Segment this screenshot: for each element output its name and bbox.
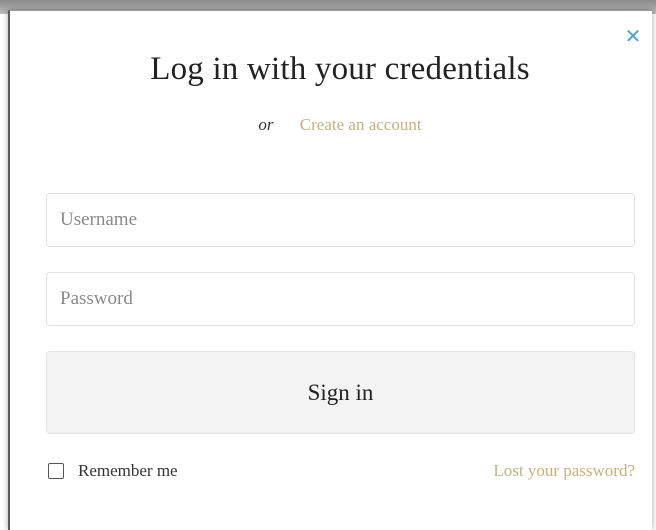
close-icon[interactable]: ✕ [622, 25, 644, 47]
remember-me-option[interactable]: Remember me [48, 461, 178, 481]
lost-password-link[interactable]: Lost your password? [493, 461, 635, 481]
modal-title: Log in with your credentials [150, 51, 530, 87]
login-modal: ✕ Log in with your credentials or Create… [8, 10, 652, 530]
sign-in-button[interactable]: Sign in [46, 351, 635, 434]
remember-me-checkbox[interactable] [48, 463, 64, 479]
or-separator: or [258, 115, 274, 134]
username-input[interactable] [46, 193, 635, 247]
remember-me-label: Remember me [78, 461, 178, 480]
create-account-link[interactable]: Create an account [300, 115, 422, 134]
password-input[interactable] [46, 272, 635, 326]
alternative-action-line: or Create an account [10, 115, 656, 135]
